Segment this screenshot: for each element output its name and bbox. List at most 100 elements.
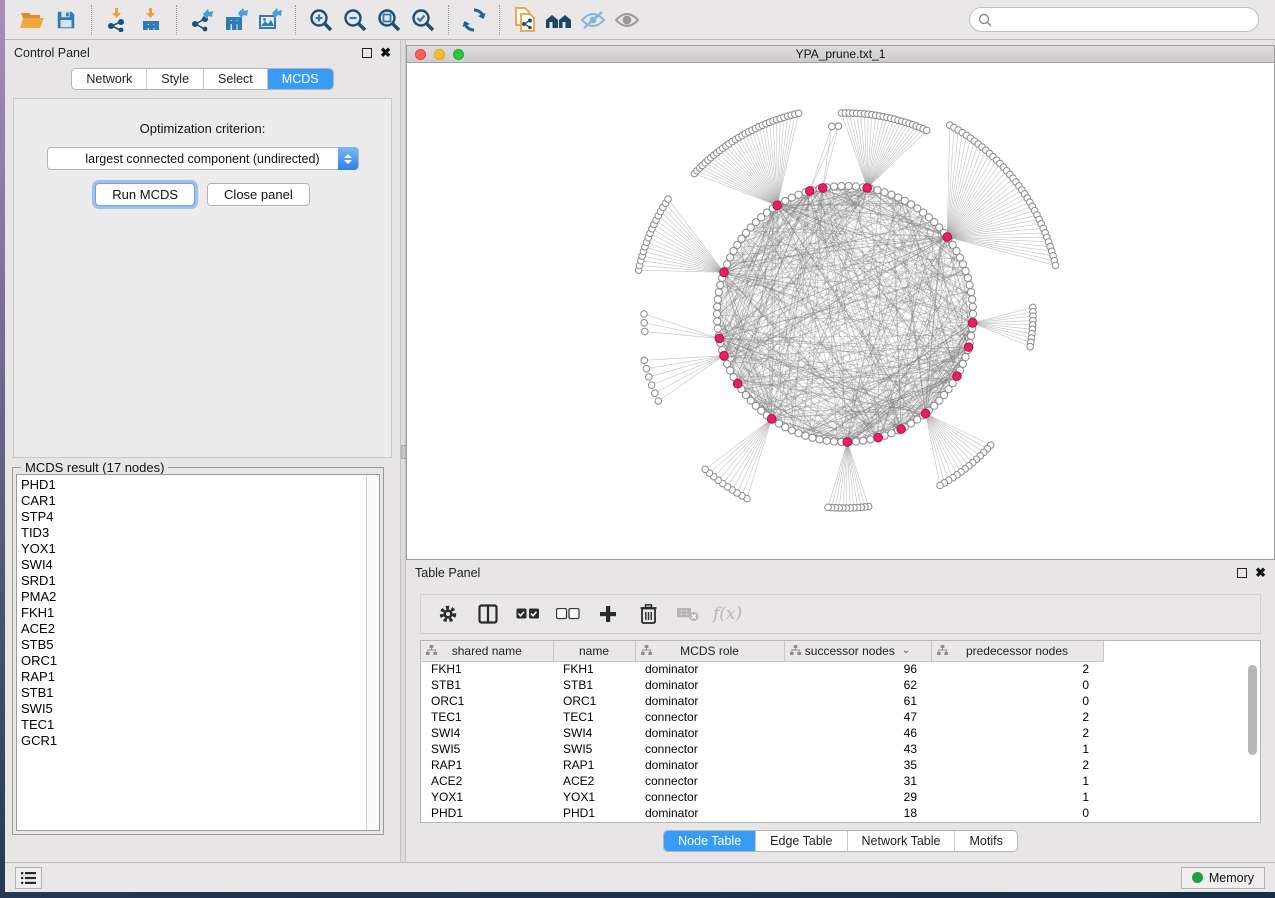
zoom-selected-icon[interactable] <box>406 5 440 35</box>
zoom-fit-icon[interactable] <box>372 5 406 35</box>
mcds-node-item[interactable]: STP4 <box>21 509 362 525</box>
table-row[interactable]: RAP1RAP1dominator352 <box>421 757 1103 773</box>
table-row[interactable]: STB1STB1dominator620 <box>421 677 1103 693</box>
ring-node[interactable] <box>888 191 895 198</box>
run-mcds-button[interactable]: Run MCDS <box>95 183 195 206</box>
leaf-node[interactable] <box>937 482 944 489</box>
mcds-node-item[interactable]: TEC1 <box>21 717 362 733</box>
network-canvas[interactable] <box>407 64 1274 559</box>
show-all-icon[interactable] <box>610 5 644 35</box>
select-all-rows-icon[interactable] <box>513 600 543 628</box>
mcds-hub-node[interactable] <box>805 187 814 196</box>
ring-node[interactable] <box>715 289 722 296</box>
zoom-in-icon[interactable] <box>304 5 338 35</box>
mcds-hub-node[interactable] <box>818 184 827 193</box>
ring-node[interactable] <box>852 183 859 190</box>
task-history-button[interactable] <box>15 867 42 889</box>
ring-node[interactable] <box>966 281 973 288</box>
tab-select[interactable]: Select <box>203 69 267 89</box>
network-window-titlebar[interactable]: YPA_prune.txt_1 <box>407 46 1274 63</box>
import-network-icon[interactable] <box>100 5 134 35</box>
leaf-node[interactable] <box>652 390 659 397</box>
mcds-node-item[interactable]: STB1 <box>21 685 362 701</box>
ring-node[interactable] <box>895 194 902 201</box>
mcds-node-item[interactable]: STB5 <box>21 637 362 653</box>
ring-node[interactable] <box>881 189 888 196</box>
float-panel-button[interactable] <box>362 48 372 58</box>
mcds-hub-node[interactable] <box>720 351 729 360</box>
tab-mcds[interactable]: MCDS <box>267 69 333 89</box>
duplicate-network-icon[interactable] <box>508 5 542 35</box>
first-neighbors-icon[interactable] <box>542 5 576 35</box>
import-table-icon[interactable] <box>134 5 168 35</box>
leaf-node[interactable] <box>641 319 648 326</box>
mcds-node-item[interactable]: PMA2 <box>21 589 362 605</box>
ring-node[interactable] <box>830 438 837 445</box>
ring-node[interactable] <box>888 430 895 437</box>
mcds-hub-node[interactable] <box>874 433 883 442</box>
ring-node[interactable] <box>809 434 816 441</box>
ring-node[interactable] <box>969 303 976 310</box>
ring-node[interactable] <box>782 197 789 204</box>
leaf-node[interactable] <box>641 328 648 335</box>
mcds-node-item[interactable]: FKH1 <box>21 605 362 621</box>
tab-network-table[interactable]: Network Table <box>847 831 955 851</box>
mcds-node-item[interactable]: YOX1 <box>21 541 362 557</box>
zoom-out-icon[interactable] <box>338 5 372 35</box>
mcds-node-item[interactable]: SRD1 <box>21 573 362 589</box>
mcds-hub-node[interactable] <box>733 379 742 388</box>
tab-motifs[interactable]: Motifs <box>954 831 1016 851</box>
mcds-hub-node[interactable] <box>863 184 872 193</box>
table-row[interactable]: YOX1YOX1connector291 <box>421 789 1103 805</box>
criterion-dropdown[interactable]: largest connected component (undirected) <box>47 147 359 170</box>
leaf-node[interactable] <box>835 123 842 130</box>
mcds-hub-node[interactable] <box>968 319 977 328</box>
mcds-node-item[interactable]: ORC1 <box>21 653 362 669</box>
mcds-hub-node[interactable] <box>897 425 906 434</box>
ring-node[interactable] <box>959 261 966 268</box>
tab-node-table[interactable]: Node Table <box>664 831 755 851</box>
mcds-hub-node[interactable] <box>964 343 973 352</box>
table-row[interactable]: PHD1PHD1dominator180 <box>421 805 1103 821</box>
memory-button[interactable]: Memory <box>1181 867 1265 889</box>
leaf-node[interactable] <box>1052 262 1059 269</box>
mcds-hub-node[interactable] <box>773 201 782 210</box>
ring-node[interactable] <box>795 191 802 198</box>
search-input[interactable] <box>997 13 1250 27</box>
leaf-node[interactable] <box>655 398 662 405</box>
column-header-name[interactable]: name <box>553 641 635 661</box>
export-image-icon[interactable] <box>253 5 287 35</box>
table-row[interactable]: SWI4SWI4dominator462 <box>421 725 1103 741</box>
tab-style[interactable]: Style <box>146 69 203 89</box>
open-file-icon[interactable] <box>15 5 49 35</box>
column-header-successor-nodes[interactable]: successor nodes⌄ <box>784 641 931 661</box>
ring-node[interactable] <box>795 430 802 437</box>
deselect-all-rows-icon[interactable] <box>553 600 583 628</box>
column-header-predecessor-nodes[interactable]: predecessor nodes <box>931 641 1103 661</box>
leaf-node[interactable] <box>648 382 655 389</box>
table-row[interactable]: FKH1FKH1dominator962 <box>421 661 1103 677</box>
leaf-node[interactable] <box>665 196 672 203</box>
close-panel-button[interactable]: Close panel <box>207 183 310 206</box>
ring-node[interactable] <box>969 310 976 317</box>
table-scrollbar-thumb[interactable] <box>1248 665 1257 755</box>
leaf-node[interactable] <box>646 374 653 381</box>
delete-column-icon[interactable] <box>633 600 663 628</box>
leaf-node[interactable] <box>795 110 802 117</box>
mcds-hub-node[interactable] <box>715 334 724 343</box>
hide-selected-icon[interactable] <box>576 5 610 35</box>
save-session-icon[interactable] <box>49 5 83 35</box>
mcds-node-item[interactable]: SWI4 <box>21 557 362 573</box>
leaf-node[interactable] <box>829 123 836 130</box>
search-field[interactable] <box>969 7 1259 32</box>
ring-node[interactable] <box>964 274 971 281</box>
mcds-node-item[interactable]: TID3 <box>21 525 362 541</box>
ring-node[interactable] <box>962 267 969 274</box>
ring-node[interactable] <box>962 353 969 360</box>
mcds-node-item[interactable]: PHD1 <box>21 477 362 493</box>
ring-node[interactable] <box>823 437 830 444</box>
ring-node[interactable] <box>714 325 721 332</box>
mcds-hub-node[interactable] <box>720 268 729 277</box>
table-row[interactable]: ACE2ACE2connector311 <box>421 773 1103 789</box>
float-table-panel-button[interactable] <box>1237 568 1247 578</box>
